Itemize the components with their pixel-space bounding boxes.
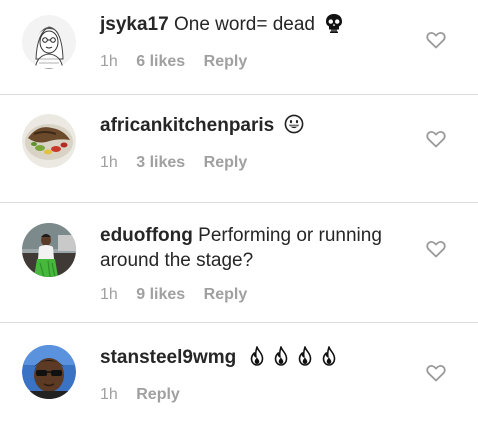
heart-icon[interactable] <box>426 240 446 258</box>
skull-icon <box>324 13 344 40</box>
user-avatar-sketch-icon <box>22 15 76 69</box>
comment-time: 1h <box>100 386 118 403</box>
comment-meta: 1h 3 likes Reply <box>100 153 418 173</box>
comments-list: jsyka17 One word= dead 1h 6 likes Reply <box>0 0 478 426</box>
comment-item: africankitchenparis 1h 3 likes Reply <box>0 95 478 203</box>
comment-username[interactable]: jsyka17 <box>100 14 169 35</box>
avatar[interactable] <box>22 15 76 69</box>
comment-body: One word= dead <box>173 14 315 35</box>
comment-username[interactable]: eduoffong <box>100 225 193 246</box>
fire-icon <box>272 346 290 373</box>
comment-time: 1h <box>100 53 118 70</box>
heart-icon[interactable] <box>426 364 446 382</box>
comment-text: africankitchenparis <box>100 113 418 141</box>
reply-button[interactable]: Reply <box>204 53 248 70</box>
comment-meta: 1h Reply <box>100 385 418 405</box>
comment-username[interactable]: africankitchenparis <box>100 115 274 136</box>
comment-item: stansteel9wmg 1h Reply <box>0 323 478 426</box>
fire-icon <box>296 346 314 373</box>
grinning-face-icon <box>284 114 304 141</box>
fire-icon <box>320 346 338 373</box>
comment-meta: 1h 9 likes Reply <box>100 285 418 305</box>
comment-likes[interactable]: 9 likes <box>136 286 185 303</box>
comment-time: 1h <box>100 286 118 303</box>
comment-item: jsyka17 One word= dead 1h 6 likes Reply <box>0 0 478 95</box>
avatar[interactable] <box>22 114 76 168</box>
heart-icon[interactable] <box>426 130 446 148</box>
reply-button[interactable]: Reply <box>136 386 180 403</box>
comment-text: jsyka17 One word= dead <box>100 12 418 40</box>
comment-meta: 1h 6 likes Reply <box>100 52 418 72</box>
avatar[interactable] <box>22 345 76 399</box>
comment-likes[interactable]: 3 likes <box>136 154 185 171</box>
person-sunglasses-avatar-icon <box>22 345 76 399</box>
comment-likes[interactable]: 6 likes <box>136 53 185 70</box>
reply-button[interactable]: Reply <box>204 286 248 303</box>
comment-time: 1h <box>100 154 118 171</box>
fire-icon <box>248 346 266 373</box>
comment-username[interactable]: stansteel9wmg <box>100 347 236 368</box>
avatar[interactable] <box>22 223 76 277</box>
food-plate-avatar-icon <box>22 114 76 168</box>
comment-text: eduoffong Performing or running around t… <box>100 223 418 273</box>
reply-button[interactable]: Reply <box>204 154 248 171</box>
person-photo-avatar-icon <box>22 223 76 277</box>
comment-item: eduoffong Performing or running around t… <box>0 203 478 323</box>
comment-text: stansteel9wmg <box>100 345 418 373</box>
heart-icon[interactable] <box>426 31 446 49</box>
